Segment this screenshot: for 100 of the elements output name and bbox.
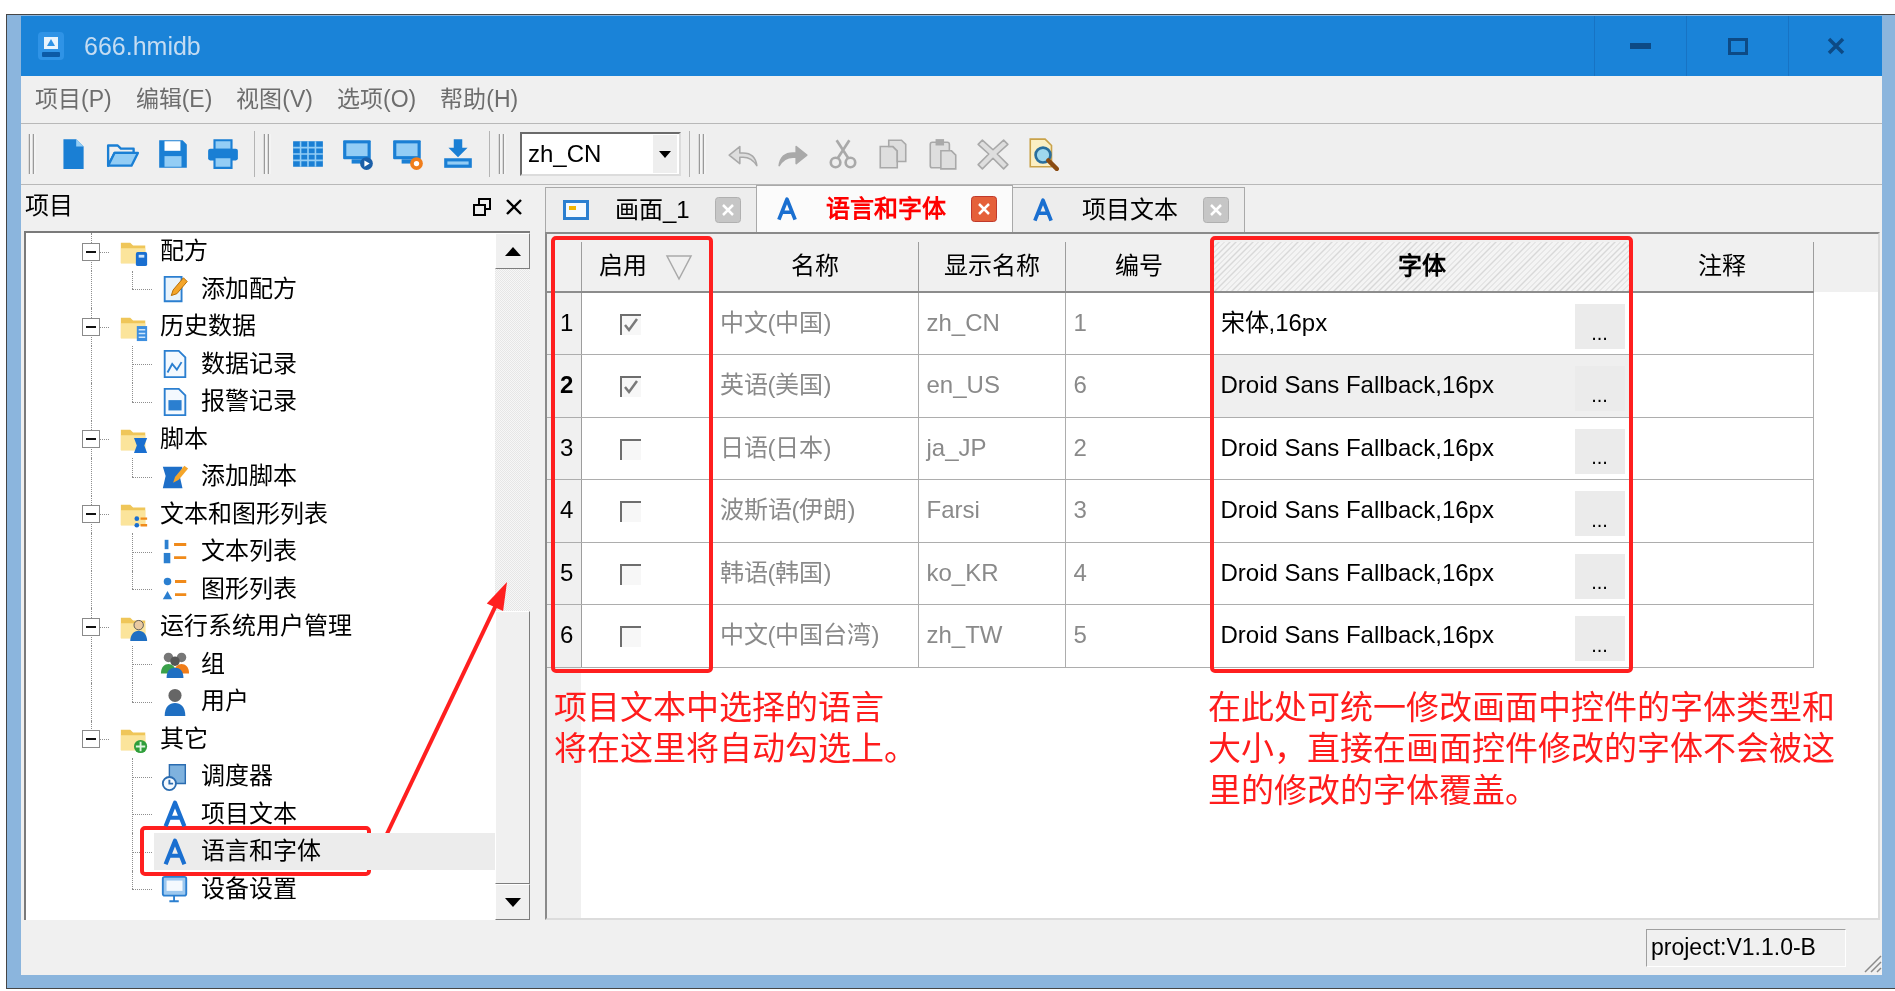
browse-button[interactable]: ... [1574,553,1625,599]
checkbox[interactable] [619,313,642,336]
collapse-icon[interactable] [82,730,100,749]
document-search-icon [1026,137,1060,171]
window-title: 666.hmidb [84,31,201,61]
tree-item[interactable]: 其它 [113,720,216,758]
menu-item[interactable]: 视图(V) [224,85,325,114]
scroll-up-button[interactable] [495,233,530,269]
annotation-text: 将在这里将自动勾选上。 [554,729,917,769]
table-cell: ja_JP [918,417,1065,480]
download-icon [441,137,475,171]
scrollbar-thumb[interactable] [495,611,530,884]
scroll-down-button[interactable] [495,884,530,920]
checkbox[interactable] [619,501,642,523]
table-cell: Droid Sans Fallback,16px [1220,433,1494,463]
tab[interactable]: 语言和字体 [755,185,1013,232]
menu-item[interactable]: 编辑(E) [123,85,225,114]
table-cell: Droid Sans Fallback,16px [1220,621,1494,651]
tree-item[interactable]: 语言和字体 [154,833,495,871]
maximize-icon [1727,37,1748,55]
annotation-text: 项目文本中选择的语言 [554,687,884,728]
language-dropdown[interactable]: zh_CN [520,132,681,176]
caret-icon [653,135,677,173]
table-cell: Droid Sans Fallback,16px [1220,371,1494,401]
table-cell: 韩语(韩国) [711,542,918,605]
collapse-icon[interactable] [82,505,100,524]
monitor-record-icon [391,137,425,171]
tree-item[interactable]: 文本列表 [154,533,305,571]
printer-icon [206,137,240,171]
tree-item[interactable]: 历史数据 [113,308,264,346]
browse-button[interactable]: ... [1574,428,1625,474]
tree-item[interactable]: 图形列表 [154,570,305,608]
grip-icon[interactable] [28,133,36,175]
table-cell: Droid Sans Fallback,16px [1220,496,1494,526]
checkbox[interactable] [619,438,642,461]
menu-item[interactable]: 项目(P) [23,85,124,114]
browse-button[interactable]: ... [1574,616,1625,662]
tree-item[interactable]: 调度器 [154,758,281,796]
up-arrow-icon [504,246,521,256]
column-header[interactable]: 字体 [1212,242,1631,292]
table-cell: 波斯语(伊朗) [711,479,918,542]
tree-item[interactable]: 数据记录 [154,345,305,383]
tab[interactable]: 画面_1 [545,187,757,232]
checkbox[interactable] [619,626,642,648]
table-cell: 中文(中国台湾) [711,604,918,667]
collapse-icon[interactable] [82,317,100,336]
collapse-icon[interactable] [82,242,100,261]
tree-item[interactable]: 设备设置 [154,870,305,908]
tree-item[interactable]: 配方 [113,233,216,271]
collapse-icon[interactable] [82,430,100,449]
close-icon [1826,37,1845,55]
scissors-icon [826,137,860,171]
table-cell: 英语(美国) [711,354,918,417]
tree-item[interactable]: 运行系统用户管理 [113,608,360,646]
grip-icon[interactable] [498,133,506,175]
minimize-icon [1630,43,1651,49]
float-icon[interactable] [473,197,491,216]
table-cell: 1 [1065,292,1212,355]
close-icon[interactable] [505,197,523,216]
grip-icon[interactable] [263,133,271,175]
tree-item[interactable]: 组 [154,645,233,683]
column-header[interactable]: 显示名称 [918,242,1065,292]
tree-item[interactable]: 添加配方 [154,270,305,308]
tree-item[interactable]: 文本和图形列表 [113,495,336,533]
browse-button[interactable]: ... [1574,304,1625,349]
table-cell: 4 [1065,542,1212,605]
menu-item[interactable]: 选项(O) [325,85,429,114]
column-header[interactable]: 启用 [581,242,711,292]
sort-arrow-icon[interactable] [665,253,693,282]
tree-item[interactable]: 脚本 [113,420,216,458]
column-header[interactable]: 编号 [1065,242,1212,292]
down-arrow-icon [504,897,521,907]
browse-button[interactable]: ... [1574,366,1625,412]
status-text: project:V1.1.0-B [1646,928,1846,967]
grip-icon[interactable] [698,133,706,175]
screen-icon [563,198,589,222]
table-cell: 6 [1065,354,1212,417]
monitor-icon [160,874,190,905]
table-cell: Farsi [918,479,1065,542]
column-header[interactable]: 注释 [1631,242,1813,292]
tree-item[interactable]: 添加脚本 [154,458,305,496]
save-icon [156,137,190,171]
app-icon [37,31,65,61]
monitor-play-icon [341,137,375,171]
collapse-icon[interactable] [82,617,100,636]
table-cell: en_US [918,354,1065,417]
table-cell: zh_TW [918,604,1065,667]
column-header[interactable]: 名称 [711,242,918,292]
tree-item[interactable]: 用户 [154,683,257,721]
checkbox[interactable] [619,563,642,586]
table-cell: Droid Sans Fallback,16px [1220,558,1494,588]
checkbox[interactable] [619,376,642,398]
tab[interactable]: 项目文本 [1011,187,1245,232]
paste-icon [926,137,960,171]
tree-item[interactable]: 报警记录 [154,383,305,421]
browse-button[interactable]: ... [1574,491,1625,537]
copy-icon [876,137,910,171]
menu-item[interactable]: 帮助(H) [428,85,531,114]
tree-item[interactable]: 项目文本 [154,795,305,833]
table-cell: 5 [1065,604,1212,667]
